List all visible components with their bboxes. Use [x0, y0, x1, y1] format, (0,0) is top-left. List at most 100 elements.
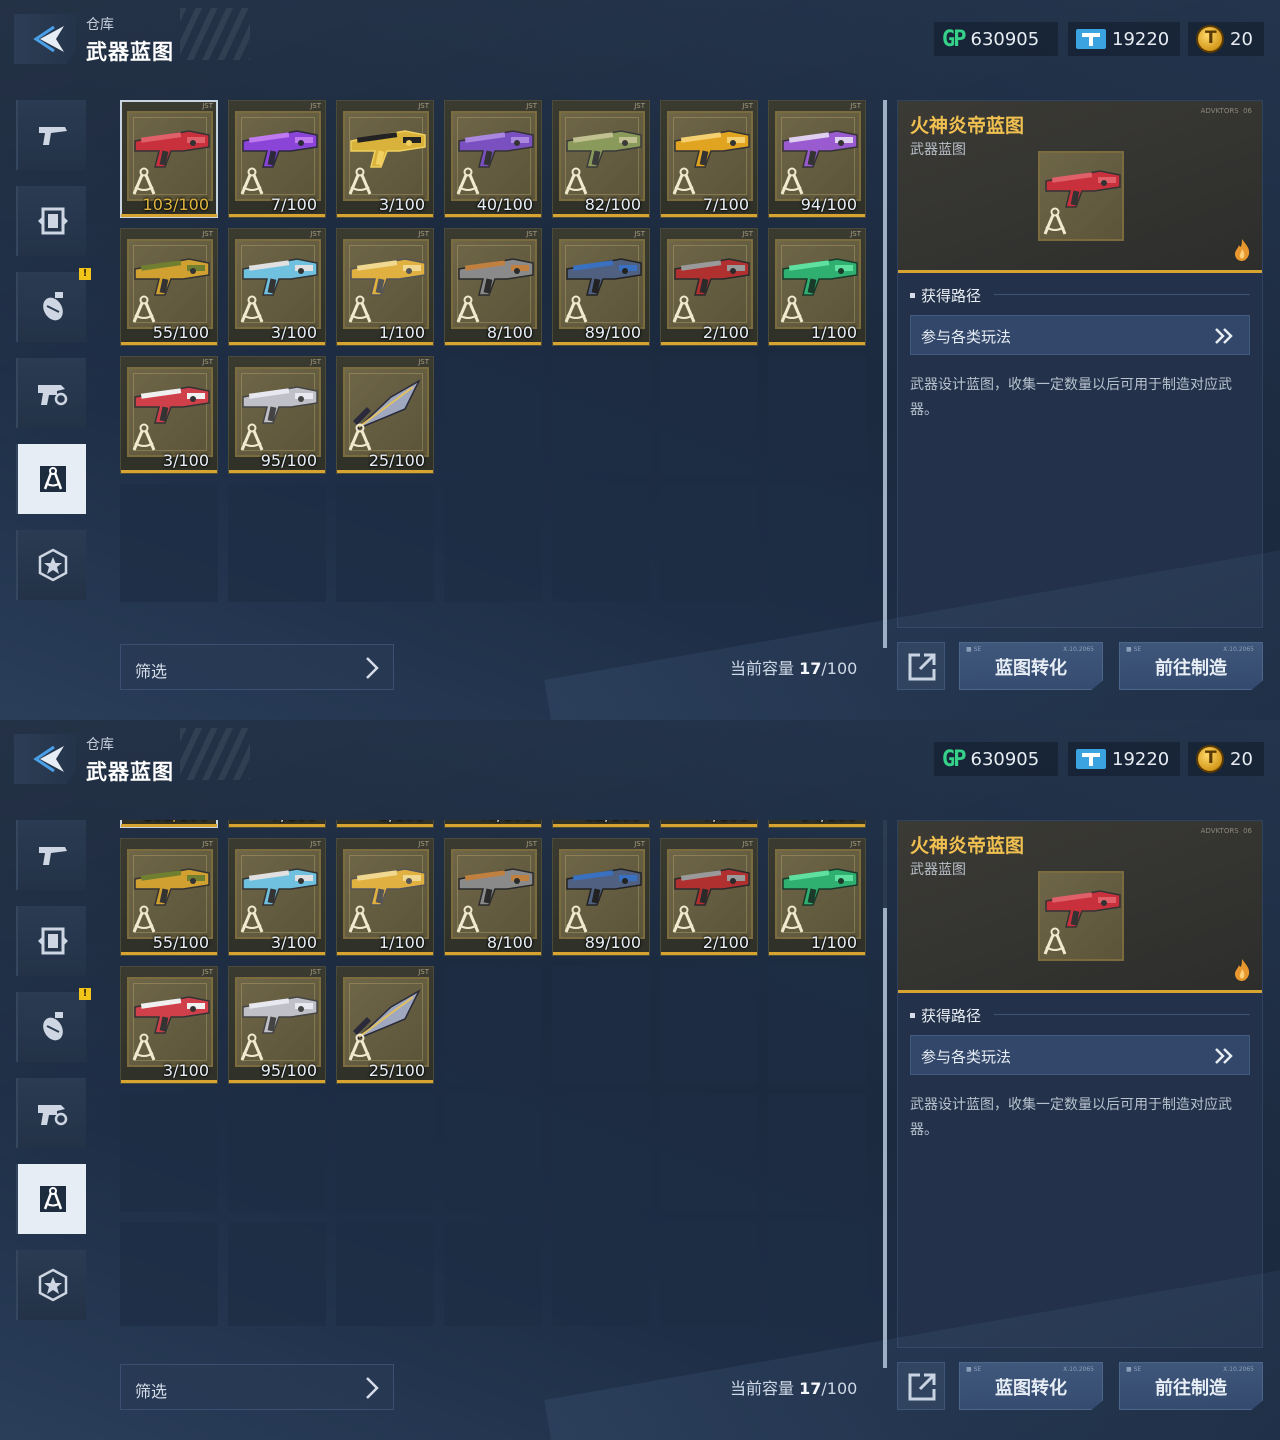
sidebar-tab-weapon-parts[interactable] [16, 358, 86, 428]
screen-top: 仓库武器蓝图 GP630905 19220 20! JST 103/100 JST 7/… [0, 0, 1280, 720]
sidebar-tab-weapon-parts[interactable] [16, 1078, 86, 1148]
empty-slot [444, 356, 542, 474]
go-forge-button[interactable]: ■ SE X.10.2065 前往制造 [1119, 642, 1263, 690]
blueprint-item[interactable]: JST 1/100 [768, 838, 866, 956]
item-count: 94/100 [800, 195, 857, 214]
capacity-indicator: 当前容量 17/100 [730, 655, 857, 679]
blueprint-item[interactable]: JST 40/100 [444, 820, 542, 828]
source-button[interactable]: 参与各类玩法 [910, 1035, 1250, 1075]
blueprint-item[interactable]: JST 94/100 [768, 100, 866, 218]
sidebar-tab-grenade[interactable] [16, 272, 86, 342]
blueprint-item[interactable]: JST 40/100 [444, 100, 542, 218]
compass-icon [348, 167, 372, 195]
back-button[interactable] [14, 14, 76, 64]
rarity-bar [229, 214, 325, 217]
blueprint-item[interactable]: JST 8/100 [444, 228, 542, 346]
source-button-label: 参与各类玩法 [921, 1048, 1012, 1066]
blueprint-item[interactable]: JST 3/100 [336, 100, 434, 218]
sidebar-tab-star-badge[interactable] [16, 530, 86, 600]
blueprint-item[interactable]: JST 82/100 [552, 820, 650, 828]
coin-icon [1196, 25, 1224, 53]
rarity-bar [337, 214, 433, 217]
rarity-bar [661, 214, 757, 217]
blueprint-item[interactable]: JST 3/100 [228, 228, 326, 346]
blueprint-item[interactable]: JST 25/100 [336, 356, 434, 474]
gp-value: 630905 [970, 748, 1040, 770]
scrollbar-thumb[interactable] [883, 908, 887, 1368]
scrollbar-thumb[interactable] [883, 100, 887, 648]
blueprint-item[interactable]: JST 7/100 [660, 820, 758, 828]
sidebar-tab-grenade[interactable] [16, 992, 86, 1062]
blueprint-item[interactable]: JST 3/100 [336, 820, 434, 828]
blueprint-item[interactable]: JST 8/100 [444, 838, 542, 956]
gp-icon: GP [942, 26, 966, 52]
compass-icon [348, 905, 372, 933]
sidebar-tab-frame[interactable] [16, 906, 86, 976]
sidebar-tab-star-badge[interactable] [16, 1250, 86, 1320]
item-deco: JST [526, 102, 537, 110]
filter-button[interactable]: 筛选 [120, 644, 394, 690]
blueprint-item[interactable]: JST 103/100 [120, 100, 218, 218]
share-button[interactable] [897, 1362, 945, 1410]
blueprint-item[interactable]: JST 55/100 [120, 228, 218, 346]
blueprint-item[interactable]: JST 2/100 [660, 228, 758, 346]
item-grid[interactable]: JST 103/100 JST 7/100 JST [120, 820, 868, 1326]
blueprint-item[interactable]: JST 2/100 [660, 838, 758, 956]
blueprint-item[interactable]: JST 1/100 [336, 228, 434, 346]
blueprint-item[interactable]: JST 95/100 [228, 356, 326, 474]
blueprint-item[interactable]: JST 94/100 [768, 820, 866, 828]
sidebar-tab-frame[interactable] [16, 186, 86, 256]
item-deco: JST [418, 968, 429, 976]
detail-decoration: ADVKTORS 06 [1200, 827, 1252, 835]
item-count: 25/100 [368, 451, 425, 470]
back-button[interactable] [14, 734, 76, 784]
share-icon [908, 1373, 936, 1401]
blueprint-item[interactable]: JST 103/100 [120, 820, 218, 828]
blueprint-item[interactable]: JST 7/100 [228, 100, 326, 218]
sidebar-tab-blueprint[interactable] [16, 444, 86, 514]
grid-scrollbar[interactable] [883, 100, 887, 648]
blueprint-item[interactable]: JST 1/100 [336, 838, 434, 956]
blueprint-item[interactable]: JST 82/100 [552, 100, 650, 218]
blueprint-item[interactable]: JST 25/100 [336, 966, 434, 1084]
compass-icon [780, 167, 804, 195]
blueprint-item[interactable]: JST 1/100 [768, 228, 866, 346]
button-deco: X.10.2065 [1063, 646, 1094, 653]
blueprint-item[interactable]: JST 3/100 [228, 838, 326, 956]
item-count: 1/100 [378, 323, 425, 342]
blueprint-item[interactable]: JST 3/100 [120, 356, 218, 474]
detail-panel: ADVKTORS 06 火神炎帝蓝图 武器蓝图 获得路径 参与各类玩法 武器设计… [897, 100, 1263, 628]
detail-item-icon [1038, 151, 1124, 241]
rarity-bar [769, 952, 865, 955]
blueprint-item[interactable]: JST 7/100 [228, 820, 326, 828]
fire-icon [1235, 959, 1250, 981]
blueprint-item[interactable]: JST 3/100 [120, 966, 218, 1084]
go-forge-button[interactable]: ■ SE X.10.2065 前往制造 [1119, 1362, 1263, 1410]
back-arrow-icon [33, 25, 64, 53]
capacity-label: 当前容量 [730, 1379, 795, 1398]
sidebar-tab-pistol[interactable] [16, 820, 86, 890]
blueprint-item[interactable]: JST 89/100 [552, 838, 650, 956]
filter-button[interactable]: 筛选 [120, 1364, 394, 1410]
convert-blueprint-button[interactable]: ■ SE X.10.2065 蓝图转化 [959, 642, 1103, 690]
blueprint-item[interactable]: JST 89/100 [552, 228, 650, 346]
grid-scrollbar[interactable] [883, 820, 887, 1368]
compass-icon [240, 1033, 264, 1061]
item-count: 3/100 [162, 1061, 209, 1080]
convert-blueprint-button[interactable]: ■ SE X.10.2065 蓝图转化 [959, 1362, 1103, 1410]
blueprint-item[interactable]: JST 55/100 [120, 838, 218, 956]
compass-icon [564, 295, 588, 323]
share-button[interactable] [897, 642, 945, 690]
filter-label: 筛选 [135, 662, 168, 681]
sidebar-tab-blueprint[interactable] [16, 1164, 86, 1234]
item-grid[interactable]: JST 103/100 JST 7/100 JST [120, 100, 868, 606]
compass-icon [564, 167, 588, 195]
sidebar-tab-pistol[interactable] [16, 100, 86, 170]
convert-blueprint-label: 蓝图转化 [995, 658, 1067, 679]
ticket-icon [1076, 29, 1106, 49]
item-deco: JST [850, 230, 861, 238]
capacity-label: 当前容量 [730, 659, 795, 678]
blueprint-item[interactable]: JST 95/100 [228, 966, 326, 1084]
blueprint-item[interactable]: JST 7/100 [660, 100, 758, 218]
source-button[interactable]: 参与各类玩法 [910, 315, 1250, 355]
